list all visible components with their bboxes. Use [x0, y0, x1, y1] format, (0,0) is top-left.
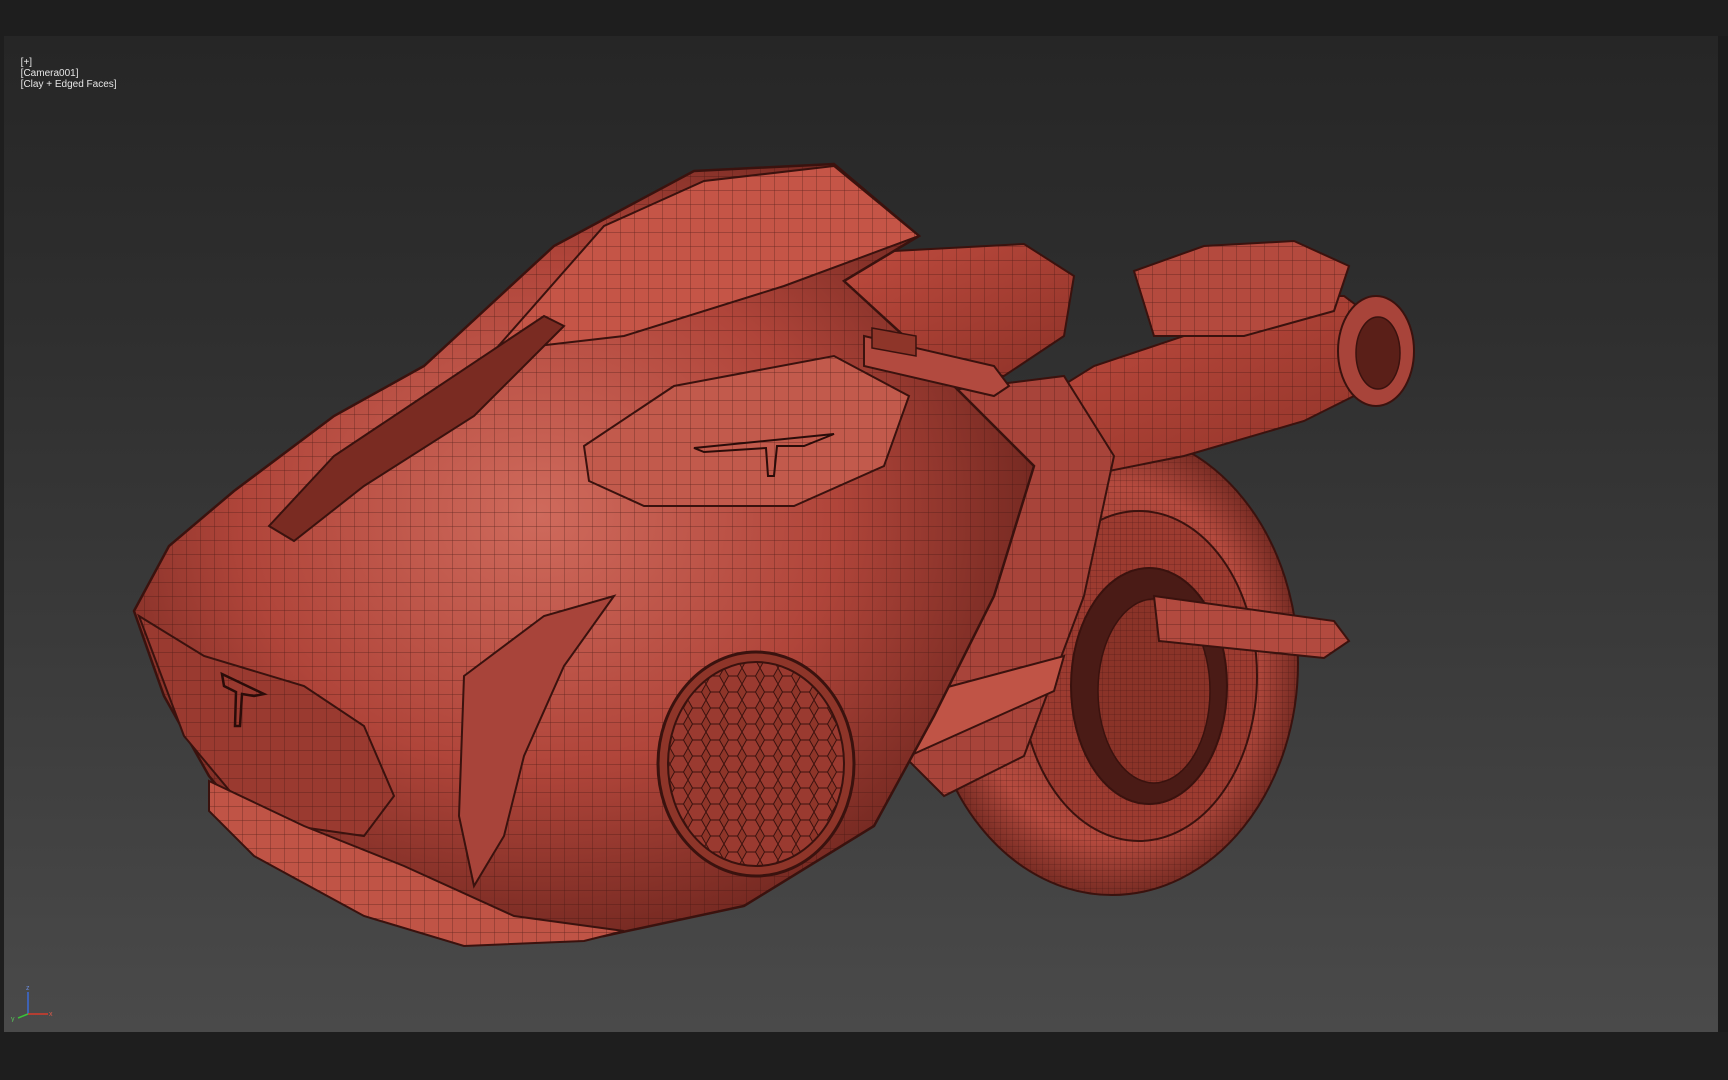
- viewport-side-strip: [1718, 36, 1728, 1032]
- clay-motorcycle-model[interactable]: [4, 36, 1718, 1032]
- axis-y-label: y: [11, 1016, 15, 1022]
- app-window: [+] [Camera001] [Clay + Edged Faces] z x…: [0, 0, 1728, 1080]
- camera-viewport[interactable]: [+] [Camera001] [Clay + Edged Faces] z x…: [4, 36, 1718, 1032]
- headlight: [656, 650, 856, 878]
- axis-gizmo: z x y: [11, 985, 53, 1022]
- axis-z-label: z: [26, 985, 30, 992]
- axis-x-label: x: [49, 1011, 53, 1018]
